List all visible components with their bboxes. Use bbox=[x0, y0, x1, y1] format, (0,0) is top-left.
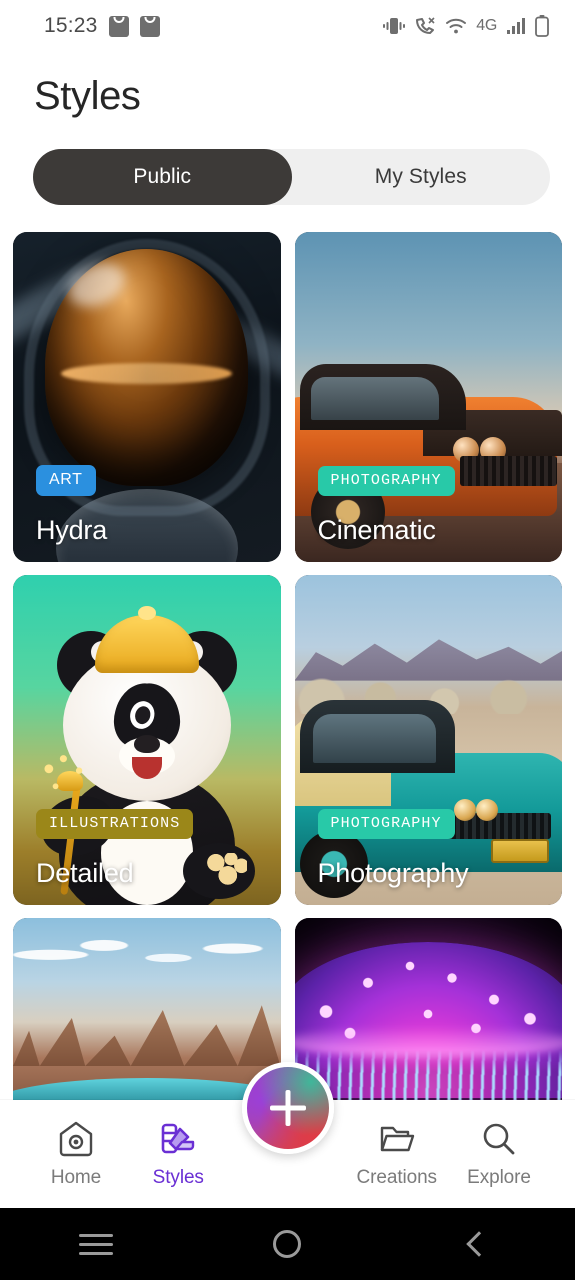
nav-item-home[interactable]: Home bbox=[28, 1120, 124, 1189]
styles-grid: ART Hydra PHOTOGRAPHY Cinematic ILLUSTRA… bbox=[0, 232, 575, 1118]
tab-my-styles[interactable]: My Styles bbox=[292, 149, 551, 205]
android-home-button[interactable] bbox=[227, 1230, 347, 1258]
tab-public[interactable]: Public bbox=[33, 149, 292, 205]
status-bar-right: 4G bbox=[383, 15, 549, 37]
orange-muscle-car-artwork bbox=[294, 232, 562, 562]
call-icon bbox=[416, 17, 435, 34]
plus-icon bbox=[268, 1088, 308, 1128]
neon-purple-dome-artwork bbox=[294, 918, 562, 1118]
desert-mesa-car-artwork bbox=[13, 918, 281, 1118]
nav-label: Explore bbox=[467, 1166, 531, 1188]
battery-icon bbox=[535, 15, 549, 37]
tab-switcher: Public My Styles bbox=[33, 149, 550, 205]
page-title: Styles bbox=[34, 74, 141, 118]
android-recents-button[interactable] bbox=[36, 1228, 156, 1261]
style-card-cinematic[interactable]: PHOTOGRAPHY Cinematic bbox=[294, 232, 562, 562]
status-bar-left: 15:23 bbox=[44, 14, 160, 38]
android-back-button[interactable] bbox=[419, 1231, 539, 1257]
wifi-icon bbox=[446, 18, 467, 34]
status-time: 15:23 bbox=[44, 14, 98, 37]
teal-classic-car-artwork bbox=[294, 575, 562, 905]
card-title: Detailed bbox=[36, 858, 134, 888]
astronaut-helmet-artwork bbox=[13, 232, 281, 562]
card-badge: PHOTOGRAPHY bbox=[317, 466, 455, 496]
style-card-photography[interactable]: PHOTOGRAPHY Photography bbox=[294, 575, 562, 905]
home-circle-icon bbox=[273, 1230, 302, 1258]
create-fab-button[interactable] bbox=[241, 1062, 334, 1154]
recents-icon bbox=[78, 1228, 113, 1261]
nav-item-creations[interactable]: Creations bbox=[349, 1120, 445, 1189]
style-card-detailed[interactable]: ILLUSTRATIONS Detailed bbox=[13, 575, 281, 905]
folder-icon bbox=[380, 1126, 414, 1151]
card-title: Cinematic bbox=[317, 515, 436, 545]
home-camera-icon bbox=[59, 1121, 93, 1156]
inbox-icon bbox=[108, 15, 129, 37]
palette-icon bbox=[161, 1123, 195, 1153]
search-icon bbox=[483, 1123, 515, 1154]
style-card-neon[interactable] bbox=[294, 918, 562, 1118]
cartoon-panda-artwork bbox=[13, 575, 281, 905]
android-navigation-bar bbox=[0, 1208, 575, 1280]
back-icon bbox=[466, 1231, 492, 1257]
card-title: Hydra bbox=[36, 515, 108, 545]
nav-label: Home bbox=[50, 1166, 102, 1188]
vibrate-icon bbox=[383, 18, 406, 34]
status-bar: 15:23 4G bbox=[0, 0, 575, 52]
network-label: 4G bbox=[476, 17, 497, 34]
signal-icon bbox=[507, 18, 525, 34]
card-badge: ART bbox=[36, 465, 96, 496]
nav-label: Creations bbox=[356, 1166, 438, 1188]
card-title: Photography bbox=[317, 858, 469, 888]
inbox-icon bbox=[139, 15, 160, 37]
style-card-desert[interactable] bbox=[13, 918, 281, 1118]
card-badge: PHOTOGRAPHY bbox=[317, 809, 455, 839]
nav-item-styles[interactable]: Styles bbox=[130, 1120, 226, 1189]
nav-label: Styles bbox=[152, 1166, 204, 1188]
phone-screen: 15:23 4G Styles Public My Styles ART Hyd… bbox=[0, 0, 575, 1280]
card-badge: ILLUSTRATIONS bbox=[36, 809, 194, 839]
style-card-hydra[interactable]: ART Hydra bbox=[13, 232, 281, 562]
nav-item-explore[interactable]: Explore bbox=[451, 1120, 547, 1189]
